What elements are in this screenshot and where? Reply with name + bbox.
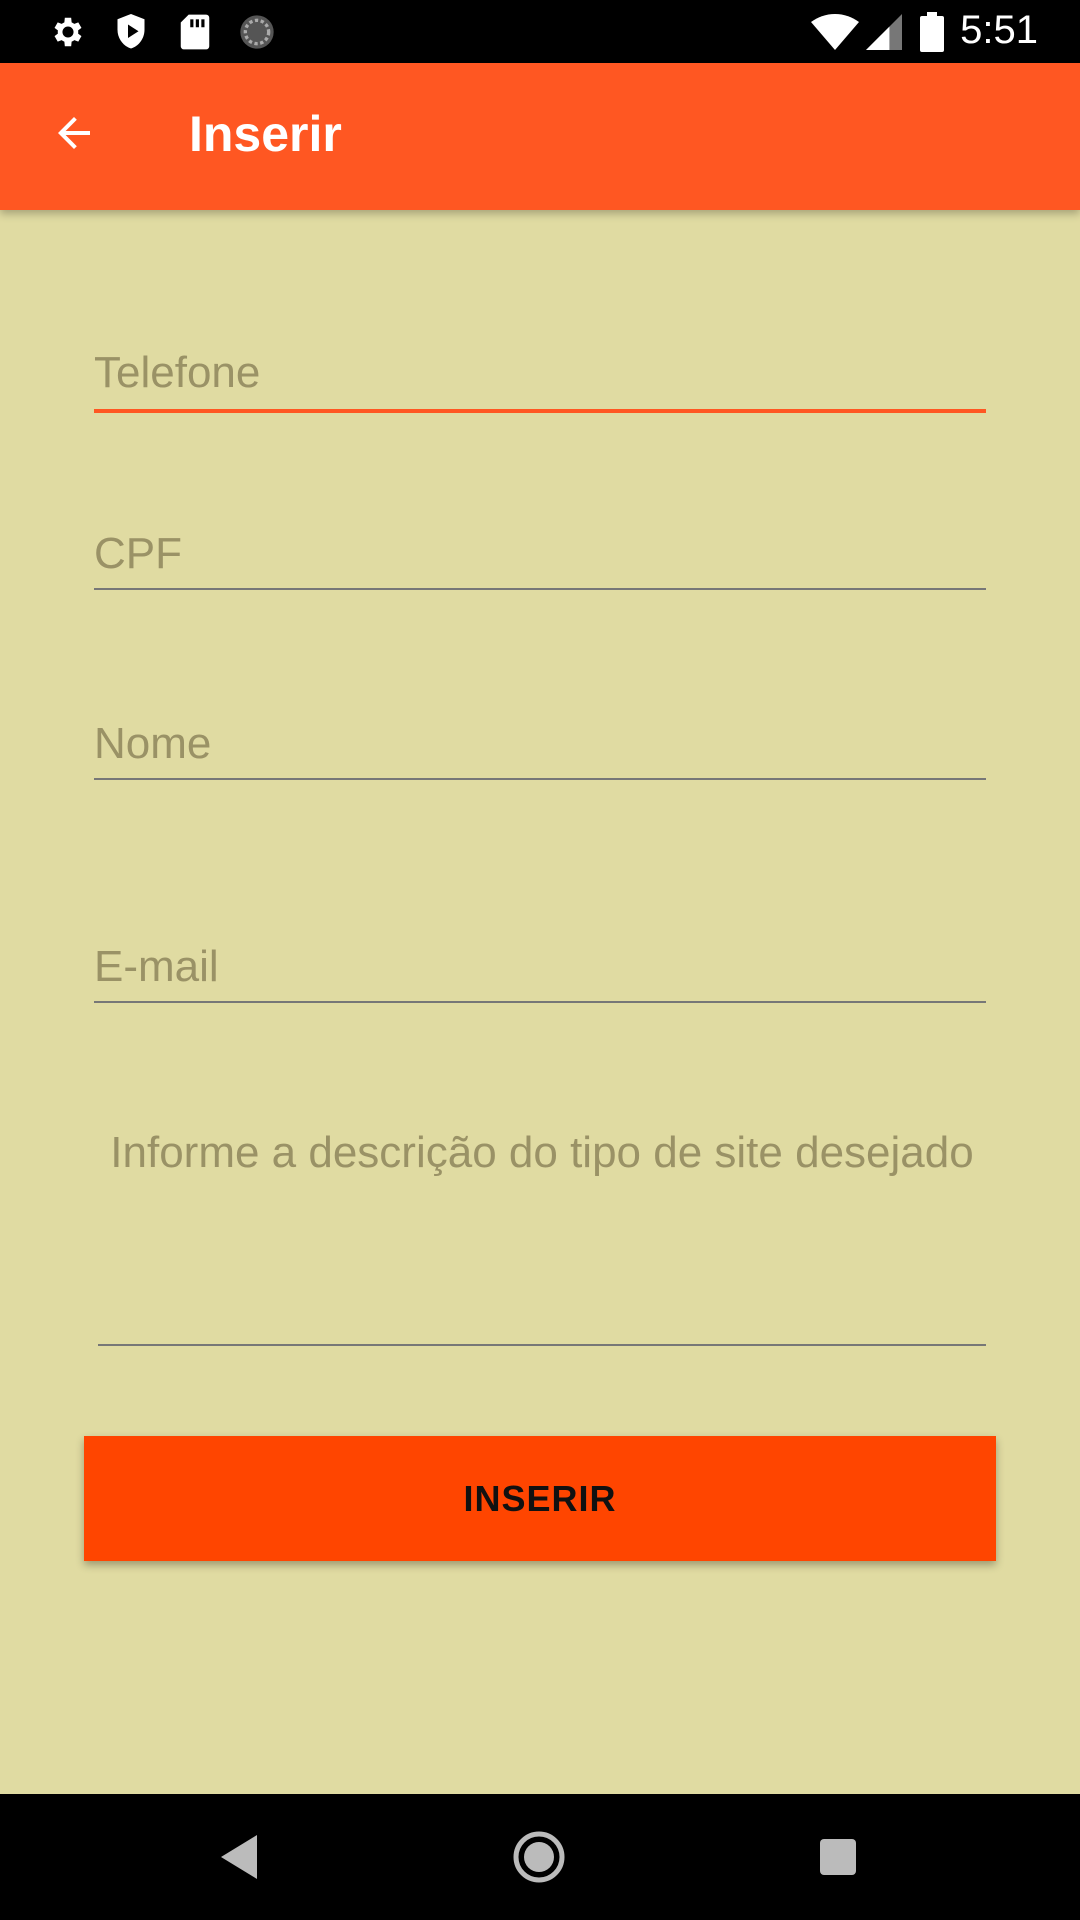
nome-field-container bbox=[94, 714, 986, 780]
back-button[interactable] bbox=[38, 97, 110, 169]
shield-play-icon bbox=[111, 12, 151, 52]
app-bar: Inserir bbox=[0, 63, 1080, 210]
cpf-underline bbox=[94, 588, 986, 590]
wifi-icon bbox=[810, 12, 860, 52]
settings-icon bbox=[48, 12, 88, 52]
nav-back-button[interactable] bbox=[206, 1822, 276, 1892]
telefone-input[interactable] bbox=[94, 343, 986, 403]
sd-card-icon bbox=[175, 12, 215, 52]
nav-bar bbox=[0, 1794, 1080, 1920]
page-title: Inserir bbox=[189, 106, 342, 162]
status-bar: 5:51 bbox=[0, 0, 1080, 63]
telefone-field-container bbox=[94, 343, 986, 413]
descricao-input[interactable]: Informe a descrição do tipo de site dese… bbox=[98, 1125, 986, 1181]
signal-icon bbox=[864, 12, 904, 52]
nome-underline bbox=[94, 778, 986, 780]
inserir-button[interactable]: INSERIR bbox=[84, 1436, 996, 1561]
nav-home-button[interactable] bbox=[504, 1822, 574, 1892]
email-field-container bbox=[94, 937, 986, 1003]
nav-recents-button[interactable] bbox=[803, 1822, 873, 1892]
recents-square-icon bbox=[820, 1839, 856, 1875]
telefone-underline bbox=[94, 409, 986, 413]
loading-circle-icon bbox=[237, 12, 277, 52]
status-time: 5:51 bbox=[960, 8, 1038, 52]
battery-icon bbox=[912, 12, 952, 52]
email-underline bbox=[94, 1001, 986, 1003]
arrow-back-icon bbox=[58, 117, 90, 149]
back-triangle-icon bbox=[221, 1835, 257, 1879]
email-input[interactable] bbox=[94, 937, 986, 997]
cpf-input[interactable] bbox=[94, 524, 986, 584]
cpf-field-container bbox=[94, 524, 986, 590]
nome-input[interactable] bbox=[94, 714, 986, 774]
descricao-underline bbox=[98, 1344, 986, 1346]
home-circle-icon bbox=[513, 1831, 565, 1883]
